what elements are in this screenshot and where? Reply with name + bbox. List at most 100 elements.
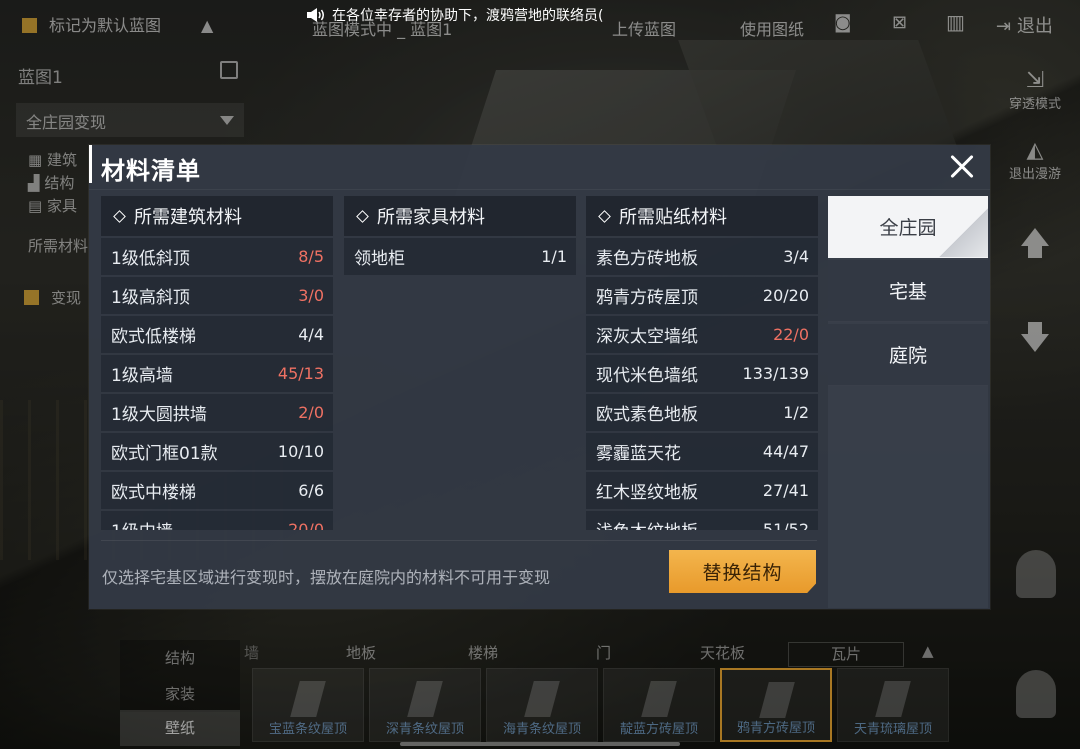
material-count: 45/13 (277, 364, 324, 383)
column-title: 所需家具材料 (377, 207, 485, 228)
material-count: 51/52 (762, 520, 809, 530)
close-icon[interactable] (944, 149, 980, 185)
tile-thumbnail (759, 682, 795, 718)
material-name: 素色方砖地板 (596, 249, 698, 269)
divider (101, 540, 817, 541)
prone-icon[interactable] (1016, 670, 1056, 718)
chevron-up-icon[interactable]: ▲ (922, 642, 934, 660)
material-count: 3/0 (298, 286, 324, 305)
wallpaper-slot[interactable]: 宝蓝条纹屋顶 (252, 668, 364, 742)
speaker-icon (306, 8, 326, 22)
subtab-ceiling[interactable]: 天花板 (700, 642, 745, 663)
material-row: 1级中墙 20/0 (101, 511, 333, 530)
cashout-toggle[interactable]: 变现 (24, 287, 81, 308)
category-decor[interactable]: 家装 (120, 676, 240, 712)
xray-mode-button[interactable]: ⇲ 穿透模式 (996, 68, 1074, 112)
material-count: 20/20 (762, 286, 809, 305)
material-name: 欧式门框01款 (111, 444, 218, 464)
scope-tab[interactable]: 宅基 (828, 260, 988, 322)
xray-label: 穿透模式 (1008, 97, 1061, 112)
broadcast-notice: 在各位幸存者的协助下，渡鸦营地的联络员( (306, 4, 781, 26)
slot-label: 靛蓝方砖屋顶 (619, 722, 698, 737)
material-row: 1级高墙 45/13 (101, 355, 333, 392)
material-row: 欧式低楼梯 4/4 (101, 316, 333, 353)
slot-label: 鸦青方砖屋顶 (736, 721, 815, 736)
divider (89, 189, 990, 190)
title-accent-bar (89, 145, 92, 183)
material-count: 6/6 (298, 481, 324, 500)
default-blueprint-toggle[interactable]: 标记为默认蓝图 ▲ (22, 12, 213, 36)
trash-icon[interactable]: ▥ (946, 10, 965, 34)
subtab-tiles[interactable]: 瓦片 (788, 642, 904, 667)
material-row: 领地柜 1/1 (344, 238, 576, 275)
material-row: 素色方砖地板 3/4 (586, 238, 818, 275)
material-row: 浅色木纹地板 51/52 (586, 511, 818, 530)
wallpaper-slot-selected[interactable]: 鸦青方砖屋顶 (720, 668, 832, 742)
scope-tabs: 全庄园 宅基 庭院 (828, 196, 988, 608)
cashout-scope-value: 全庄园变现 (26, 113, 107, 132)
subtab-stairs[interactable]: 楼梯 (468, 642, 498, 663)
tile-thumbnail (524, 681, 560, 717)
material-name: 红木竖纹地板 (596, 483, 698, 503)
tile-thumbnail (641, 681, 677, 717)
left-row-label: 建筑 (46, 151, 77, 169)
material-row: 现代米色墙纸 133/139 (586, 355, 818, 392)
category-wallpaper[interactable]: 壁纸 (120, 710, 240, 746)
crouch-icon[interactable] (1016, 550, 1056, 598)
left-row-label: 家具 (46, 197, 77, 215)
subtab-door[interactable]: 门 (596, 642, 611, 663)
material-name: 领地柜 (354, 249, 405, 269)
chevron-up-icon: ▲ (201, 16, 214, 35)
material-count: 1/2 (783, 403, 809, 422)
exit-button[interactable]: ⇥ 退出 (996, 12, 1053, 38)
material-row: 欧式门框01款 10/10 (101, 433, 333, 470)
material-name: 1级大圆拱墙 (111, 405, 207, 425)
sticker-materials-column: 所需贴纸材料 素色方砖地板 3/4 鸦青方砖屋顶 20/20 深灰太空墙纸 22/0 现代米… (586, 196, 818, 530)
material-row: 雾霾蓝天花 44/47 (586, 433, 818, 470)
delete-box-icon[interactable]: ⊠ (892, 12, 907, 33)
material-name: 浅色木纹地板 (596, 517, 698, 530)
material-count: 20/0 (288, 520, 324, 530)
material-count: 133/139 (742, 364, 809, 383)
wallpaper-slot[interactable]: 深青条纹屋顶 (369, 668, 481, 742)
material-row: 1级高斜顶 3/0 (101, 277, 333, 314)
material-list-dialog: 材料清单 所需建筑材料 1级低斜顶 8/5 1级高斜顶 3/0 欧式低楼梯 4/4 1级高墙… (89, 145, 990, 609)
material-row: 鸦青方砖屋顶 20/20 (586, 277, 818, 314)
wallpaper-slot[interactable]: 天青琉璃屋顶 (837, 668, 949, 742)
scope-tab[interactable]: 庭院 (828, 324, 988, 386)
diamond-icon (598, 209, 611, 223)
material-row: 欧式素色地板 1/2 (586, 394, 818, 431)
move-up-button[interactable] (996, 228, 1074, 258)
edit-icon[interactable] (220, 61, 238, 79)
material-name: 1级高墙 (111, 366, 173, 386)
furniture-materials-column: 所需家具材料 领地柜 1/1 (344, 196, 576, 530)
material-count: 1/1 (541, 247, 567, 266)
exit-roam-button[interactable]: ◭ 退出漫游 (996, 138, 1074, 182)
slot-label: 宝蓝条纹屋顶 (268, 722, 347, 737)
slot-label: 海青条纹屋顶 (502, 722, 581, 737)
tile-thumbnail (875, 681, 911, 717)
left-required-label: 所需材料 (28, 237, 89, 255)
move-down-button[interactable] (996, 322, 1074, 352)
cashout-scope-select[interactable]: 全庄园变现 (16, 103, 244, 137)
slot-label: 天青琉璃屋顶 (853, 722, 932, 737)
material-name: 深灰太空墙纸 (596, 327, 698, 347)
left-row-label: 结构 (44, 174, 75, 192)
bottom-build-bar: 结构 家装 壁纸 墙 地板 楼梯 门 天花板 瓦片 ▲ 宝蓝条纹屋顶 深青条纹屋… (120, 636, 960, 749)
subtab-floor[interactable]: 地板 (346, 642, 376, 663)
scope-tab[interactable]: 全庄园 (828, 196, 988, 258)
material-rows: 素色方砖地板 3/4 鸦青方砖屋顶 20/20 深灰太空墙纸 22/0 现代米色墙纸 133/… (586, 238, 818, 530)
building-materials-column: 所需建筑材料 1级低斜顶 8/5 1级高斜顶 3/0 欧式低楼梯 4/4 1级高墙 45/13… (101, 196, 333, 530)
replace-structure-button[interactable]: 替换结构 (669, 550, 816, 593)
wallpaper-slot[interactable]: 海青条纹屋顶 (486, 668, 598, 742)
column-title: 所需贴纸材料 (619, 207, 727, 228)
subtab-wall[interactable]: 墙 (244, 642, 259, 663)
roam-icon: ◭ (1026, 138, 1044, 163)
wallpaper-slot[interactable]: 靛蓝方砖屋顶 (603, 668, 715, 742)
material-name: 1级中墙 (111, 517, 173, 530)
column-header: 所需贴纸材料 (586, 196, 818, 236)
notice-text: 在各位幸存者的协助下，渡鸦营地的联络员( (332, 8, 604, 24)
material-count: 44/47 (762, 442, 809, 461)
category-structure[interactable]: 结构 (120, 640, 240, 676)
camera-icon[interactable]: ◙ (834, 12, 851, 33)
